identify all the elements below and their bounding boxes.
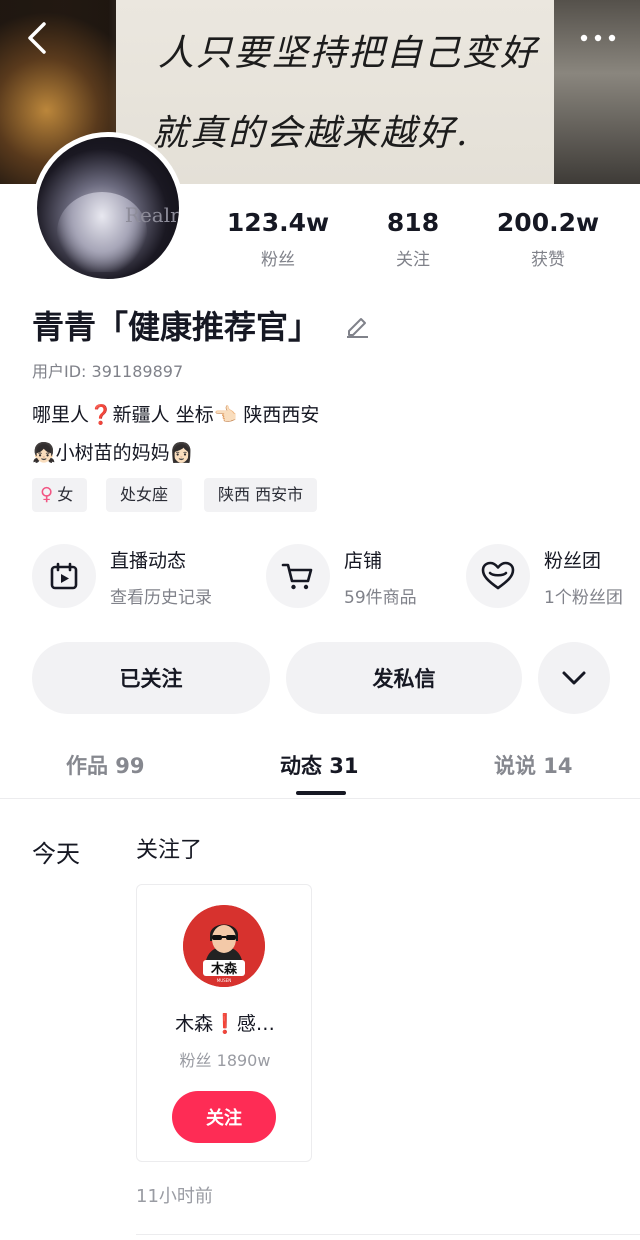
feed-timestamp: 11小时前 (136, 1186, 213, 1207)
chevron-down-icon (562, 671, 586, 685)
expand-recommend-button[interactable] (538, 642, 610, 714)
tab-works[interactable]: 作品 99 (66, 750, 145, 780)
avatar-brand-subtext: MUSEN (217, 978, 231, 983)
banner-text-line1: 人只要坚持把自己变好 (158, 33, 539, 74)
live-calendar-icon[interactable] (32, 544, 96, 608)
send-message-button[interactable]: 发私信 (286, 642, 522, 714)
followed-user-card[interactable]: 木森 MUSEN 木森❗感… 粉丝 1890w 关注 (136, 884, 312, 1162)
stat-value: 200.2w (496, 208, 600, 237)
stat-likes[interactable]: 200.2w 获赞 (478, 208, 618, 270)
feature-subtitle-fanclub: 1个粉丝团 (544, 588, 623, 608)
profile-name: 青青「健康推荐官」 (32, 308, 321, 346)
avatar-overlay-text: Realn (124, 203, 183, 227)
avatar-brand-text: 木森 (210, 961, 238, 977)
followed-user-name[interactable]: 木森❗感… (137, 1009, 313, 1036)
stat-followers[interactable]: 123.4w 粉丝 (208, 208, 348, 270)
feature-title-fanclub[interactable]: 粉丝团 (544, 546, 601, 573)
edit-pencil-icon[interactable] (344, 312, 370, 338)
followed-user-avatar[interactable]: 木森 MUSEN (183, 905, 265, 987)
bio-line: 哪里人❓新疆人 坐标👈🏻 陕西西安 (32, 404, 320, 426)
user-id: 用户ID: 391189897 (32, 362, 184, 381)
heart-icon[interactable] (466, 544, 530, 608)
divider (0, 798, 640, 799)
feature-title-live[interactable]: 直播动态 (110, 546, 186, 573)
banner-text-line2: 就真的会越来越好. (152, 113, 470, 154)
followed-button[interactable]: 已关注 (32, 642, 270, 714)
female-icon: ♀ (40, 484, 54, 505)
feed-day-label: 今天 (32, 840, 80, 868)
tag-location: 陕西 西安市 (204, 478, 318, 512)
active-tab-indicator (296, 791, 346, 795)
stat-value: 818 (386, 208, 440, 237)
followed-user-fans: 粉丝 1890w (179, 1051, 271, 1070)
tag-label: 处女座 (120, 485, 169, 504)
tag-gender: ♀ 女 (32, 478, 88, 512)
divider (136, 1234, 640, 1235)
stat-label: 关注 (396, 250, 430, 270)
avatar[interactable]: Realn (32, 132, 184, 284)
follow-button[interactable]: 关注 (172, 1091, 276, 1143)
shopping-cart-icon[interactable] (266, 544, 330, 608)
tag-label: 女 (57, 485, 74, 504)
tag-label: 陕西 西安市 (218, 485, 304, 504)
bio-line: 👧🏻小树苗的妈妈👩🏻 (32, 442, 194, 464)
stat-label: 获赞 (531, 250, 565, 270)
feed-action-label: 关注了 (136, 838, 203, 863)
more-options-icon[interactable] (578, 26, 618, 50)
tab-posts[interactable]: 说说 14 (494, 750, 573, 780)
tag-zodiac: 处女座 (106, 478, 183, 512)
stat-value: 123.4w (226, 208, 330, 237)
back-arrow-icon[interactable] (18, 18, 58, 58)
feature-title-shop[interactable]: 店铺 (344, 546, 382, 573)
feature-subtitle-shop: 59件商品 (344, 588, 417, 608)
stat-label: 粉丝 (261, 250, 295, 270)
stat-following[interactable]: 818 关注 (343, 208, 483, 270)
feature-subtitle-live: 查看历史记录 (110, 588, 212, 608)
tab-activity[interactable]: 动态 31 (280, 750, 359, 780)
